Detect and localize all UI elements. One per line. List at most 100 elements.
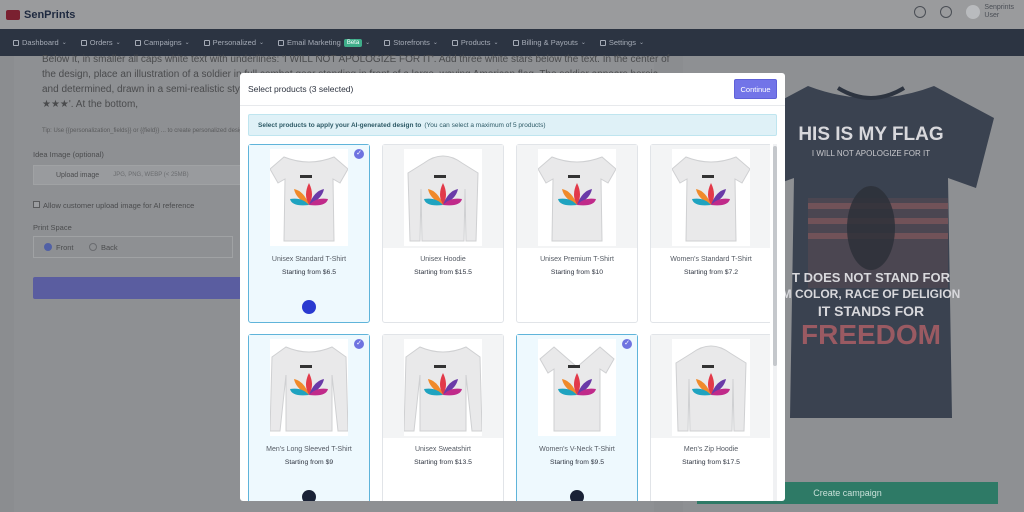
user-role: User bbox=[984, 12, 1000, 19]
modal-title: Select products (3 selected) bbox=[248, 84, 354, 94]
info-bold-text: Select products to apply your AI-generat… bbox=[258, 121, 422, 129]
product-image-area bbox=[517, 335, 637, 438]
nav-item-5[interactable]: Storefronts ⌄ bbox=[377, 38, 445, 47]
product-name: Unisex Premium T-Shirt bbox=[540, 256, 614, 263]
nav-item-7[interactable]: Billing & Payouts ⌄ bbox=[506, 38, 593, 47]
product-image bbox=[403, 339, 483, 436]
upload-label: Upload image bbox=[56, 171, 100, 179]
shirt-line-3: T DOES NOT STAND FOR bbox=[792, 270, 951, 285]
user-menu[interactable]: Senprints User bbox=[966, 4, 1014, 20]
products-icon bbox=[451, 39, 458, 46]
logo-mark-icon bbox=[6, 9, 20, 20]
chevron-down-icon: ⌄ bbox=[638, 40, 645, 46]
selected-check-icon[interactable]: ✓ bbox=[354, 339, 364, 349]
product-image bbox=[269, 339, 349, 436]
product-name: Men's Zip Hoodie bbox=[683, 446, 739, 453]
nav-label: Dashboard bbox=[22, 38, 59, 47]
product-card[interactable]: Unisex Premium T-Shirt Starting from $10 bbox=[516, 144, 638, 323]
product-card[interactable]: Women's Standard T-Shirt Starting from $7… bbox=[650, 144, 770, 323]
product-price: Starting from $13.5 bbox=[414, 459, 472, 466]
color-swatch[interactable] bbox=[302, 300, 316, 314]
nav-label: Email Marketing bbox=[287, 38, 341, 47]
back-label: Back bbox=[101, 243, 118, 252]
product-name: Unisex Standard T-Shirt bbox=[271, 256, 347, 263]
topbar-actions: Senprints User bbox=[914, 4, 1014, 20]
nav-label: Billing & Payouts bbox=[521, 38, 578, 47]
select-products-modal: Select products (3 selected) Continue Se… bbox=[240, 73, 785, 501]
product-price: Starting from $10 bbox=[550, 269, 604, 276]
shirt-line-2: I WILL NOT APOLOGIZE FOR IT bbox=[812, 149, 930, 158]
nav-item-8[interactable]: Settings ⌄ bbox=[593, 38, 651, 47]
brand-name: SenPrints bbox=[24, 8, 76, 21]
product-card[interactable]: Unisex Hoodie Starting from $15.5 bbox=[382, 144, 504, 323]
continue-button[interactable]: Continue bbox=[734, 79, 777, 99]
nav-item-1[interactable]: Orders ⌄ bbox=[74, 38, 128, 47]
nav-item-6[interactable]: Products ⌄ bbox=[445, 38, 506, 47]
product-image-area bbox=[249, 335, 369, 438]
shirt-line-4: M COLOR, RACE OF DELIGION bbox=[782, 287, 961, 301]
generate-button[interactable] bbox=[33, 277, 243, 299]
upload-image-button[interactable]: Upload image JPG, PNG, WEBP (< 25MB) bbox=[33, 165, 243, 185]
product-card[interactable]: Men's Long Sleeved T-Shirt Starting from … bbox=[248, 334, 370, 501]
product-card[interactable]: Unisex Sweatshirt Starting from $13.5 bbox=[382, 334, 504, 501]
product-image-area bbox=[383, 145, 503, 248]
product-card[interactable]: Women's V-Neck T-Shirt Starting from $9.5… bbox=[516, 334, 638, 501]
settings-icon bbox=[599, 39, 606, 46]
notification-icon[interactable] bbox=[914, 6, 927, 18]
nav-item-0[interactable]: Dashboard ⌄ bbox=[6, 38, 74, 47]
prompt-hint: Tip: Use {{personalization_fields}} or {… bbox=[42, 128, 249, 134]
allow-upload-checkbox[interactable] bbox=[33, 201, 40, 208]
chevron-down-icon: ⌄ bbox=[61, 40, 67, 46]
nav-item-3[interactable]: Personalized ⌄ bbox=[197, 38, 271, 47]
campaigns-icon bbox=[134, 39, 141, 46]
shirt-line-5: IT STANDS FOR bbox=[818, 303, 924, 319]
product-image bbox=[538, 339, 616, 436]
product-grid: Unisex Standard T-Shirt Starting from $6.… bbox=[248, 144, 770, 501]
nav-item-4[interactable]: Email Marketing Beta ⌄ bbox=[271, 38, 377, 47]
nav-item-2[interactable]: Campaigns ⌄ bbox=[128, 38, 197, 47]
billing-icon bbox=[512, 39, 519, 46]
product-name: Women's V-Neck T-Shirt bbox=[539, 446, 615, 453]
product-price: Starting from $9 bbox=[284, 459, 334, 466]
chevron-down-icon: ⌄ bbox=[432, 40, 438, 46]
product-price: Starting from $9.5 bbox=[549, 459, 605, 466]
product-price: Starting from $17.5 bbox=[682, 459, 740, 466]
modal-scrollbar[interactable] bbox=[773, 144, 777, 501]
chevron-down-icon: ⌄ bbox=[115, 40, 121, 46]
upload-hint: JPG, PNG, WEBP (< 25MB) bbox=[113, 172, 189, 178]
selected-check-icon[interactable]: ✓ bbox=[354, 149, 364, 159]
back-radio[interactable] bbox=[89, 243, 97, 251]
product-card[interactable]: Men's Zip Hoodie Starting from $17.5 bbox=[650, 334, 770, 501]
product-price: Starting from $6.5 bbox=[281, 269, 337, 276]
nav-label: Campaigns bbox=[143, 38, 182, 47]
scrollbar-thumb[interactable] bbox=[773, 146, 777, 366]
dark-mode-icon[interactable] bbox=[940, 6, 953, 18]
color-swatch[interactable] bbox=[570, 490, 584, 501]
front-label: Front bbox=[56, 243, 74, 252]
product-image-area bbox=[651, 145, 770, 248]
nav-label: Personalized bbox=[212, 38, 257, 47]
chevron-down-icon: ⌄ bbox=[365, 40, 371, 46]
front-radio[interactable] bbox=[44, 243, 52, 251]
product-name: Women's Standard T-Shirt bbox=[670, 256, 752, 263]
nav-label: Settings bbox=[608, 38, 636, 47]
product-image-area bbox=[249, 145, 369, 248]
avatar bbox=[966, 5, 981, 19]
nav-label: Orders bbox=[89, 38, 113, 47]
user-name: Senprints bbox=[984, 4, 1014, 11]
product-price: Starting from $7.2 bbox=[683, 269, 739, 276]
product-image bbox=[672, 339, 750, 436]
product-card[interactable]: Unisex Standard T-Shirt Starting from $6.… bbox=[248, 144, 370, 323]
info-text: (You can select a maximum of 5 products) bbox=[424, 121, 546, 129]
email-icon bbox=[278, 39, 285, 46]
info-banner: Select products to apply your AI-generat… bbox=[248, 114, 777, 136]
storefront-icon bbox=[384, 39, 391, 46]
chevron-down-icon: ⌄ bbox=[184, 40, 190, 46]
color-swatch[interactable] bbox=[302, 490, 316, 501]
selected-check-icon[interactable]: ✓ bbox=[622, 339, 632, 349]
product-image-area bbox=[383, 335, 503, 438]
product-image-area bbox=[517, 145, 637, 248]
logo[interactable]: SenPrints bbox=[6, 9, 75, 21]
product-price: Starting from $15.5 bbox=[414, 269, 472, 276]
modal-header: Select products (3 selected) bbox=[240, 73, 785, 106]
